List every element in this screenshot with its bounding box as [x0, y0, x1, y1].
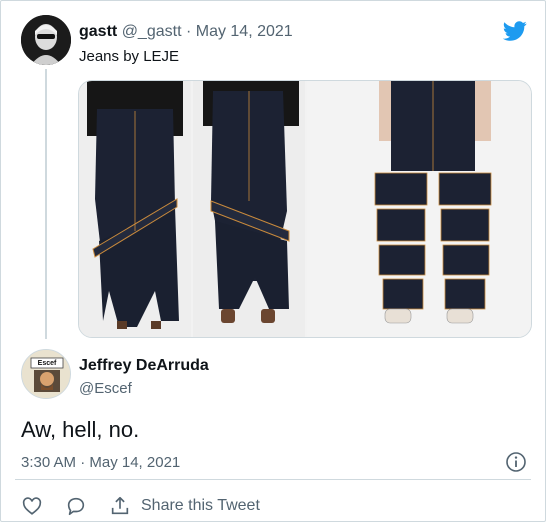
embedded-tweet-card: gastt @_gastt · May 14, 2021 Jeans by LE…: [0, 0, 546, 522]
twitter-bird-icon[interactable]: [503, 19, 527, 43]
jeffrey-avatar[interactable]: Escef: [21, 349, 71, 399]
thread-connector-line: [45, 69, 47, 339]
share-label[interactable]: Share this Tweet: [141, 497, 260, 515]
share-button[interactable]: Share this Tweet: [109, 495, 260, 517]
parent-tweet-text: Jeans by LEJE: [79, 48, 180, 65]
reply-tweet-text: Aw, hell, no.: [21, 417, 140, 442]
reply-display-name[interactable]: Jeffrey DeArruda: [79, 357, 209, 375]
reply-timestamp[interactable]: 3:30 AM · May 14, 2021: [21, 454, 180, 471]
like-button[interactable]: [21, 495, 43, 517]
gastt-avatar[interactable]: [21, 15, 71, 65]
parent-tweet-header: gastt @_gastt · May 14, 2021: [79, 23, 293, 41]
tweet-actions-bar: Share this Tweet: [21, 493, 282, 519]
parent-handle-date[interactable]: @_gastt · May 14, 2021: [122, 23, 293, 40]
info-icon[interactable]: [505, 451, 527, 473]
like-icon: [22, 497, 42, 515]
parent-display-name[interactable]: gastt: [79, 23, 117, 40]
avatar-sign-text: Escef: [37, 360, 57, 367]
reply-button[interactable]: [65, 495, 87, 517]
reply-handle[interactable]: @Escef: [79, 380, 132, 397]
tweet-media-images[interactable]: [78, 80, 532, 338]
reply-icon: [67, 497, 85, 516]
actions-divider: [15, 479, 531, 480]
share-icon: [111, 496, 129, 515]
